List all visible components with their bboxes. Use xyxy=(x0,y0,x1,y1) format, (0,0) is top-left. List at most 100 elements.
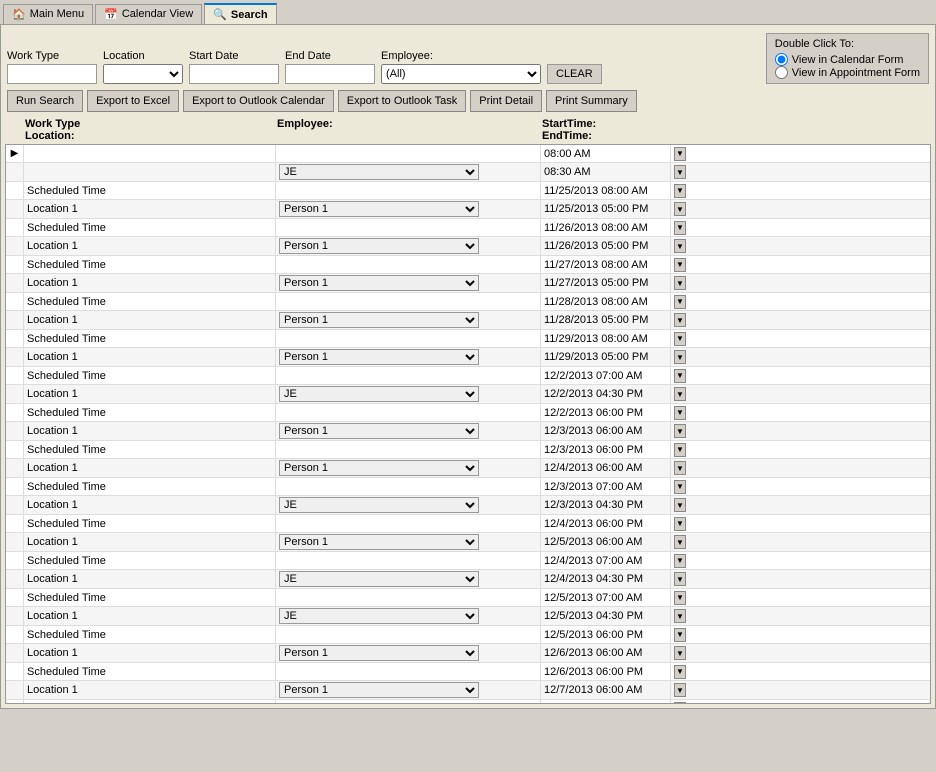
row-dropdown-button[interactable]: ▼ xyxy=(674,239,686,253)
dropdown-cell[interactable]: ▼ xyxy=(671,182,689,199)
employee-row-select[interactable]: Person 1 xyxy=(279,645,479,661)
row-dropdown-button[interactable]: ▼ xyxy=(674,387,686,401)
row-dropdown-button[interactable]: ▼ xyxy=(674,683,686,697)
dropdown-cell[interactable]: ▼ xyxy=(671,200,689,218)
employee-row-select[interactable]: Person 1 xyxy=(279,349,479,365)
dblclick-option1-radio[interactable] xyxy=(775,53,788,66)
dropdown-cell[interactable]: ▼ xyxy=(671,533,689,551)
row-dropdown-button[interactable]: ▼ xyxy=(674,517,686,531)
dropdown-cell[interactable]: ▼ xyxy=(671,237,689,255)
dropdown-cell[interactable]: ▼ xyxy=(671,441,689,458)
row-dropdown-button[interactable]: ▼ xyxy=(674,424,686,438)
row-dropdown-button[interactable]: ▼ xyxy=(674,332,686,346)
dropdown-cell[interactable]: ▼ xyxy=(671,589,689,606)
employee-row-select[interactable]: JE xyxy=(279,164,479,180)
row-dropdown-button[interactable]: ▼ xyxy=(674,369,686,383)
dropdown-cell[interactable]: ▼ xyxy=(671,607,689,625)
dropdown-cell[interactable]: ▼ xyxy=(671,274,689,292)
row-dropdown-button[interactable]: ▼ xyxy=(674,665,686,679)
end-date-input[interactable] xyxy=(285,64,375,84)
employee-row-select[interactable]: Person 1 xyxy=(279,682,479,698)
employee-row-select[interactable]: JE xyxy=(279,497,479,513)
row-dropdown-button[interactable]: ▼ xyxy=(674,221,686,235)
employee-cell[interactable]: Person 1 xyxy=(276,422,541,440)
dropdown-cell[interactable]: ▼ xyxy=(671,145,689,162)
employee-cell[interactable]: Person 1 xyxy=(276,459,541,477)
row-dropdown-button[interactable]: ▼ xyxy=(674,591,686,605)
employee-cell[interactable]: JE xyxy=(276,163,541,181)
row-dropdown-button[interactable]: ▼ xyxy=(674,572,686,586)
employee-row-select[interactable]: JE xyxy=(279,386,479,402)
row-dropdown-button[interactable]: ▼ xyxy=(674,406,686,420)
employee-cell[interactable]: Person 1 xyxy=(276,274,541,292)
location-select[interactable] xyxy=(103,64,183,84)
employee-cell[interactable]: JE xyxy=(276,570,541,588)
dropdown-cell[interactable]: ▼ xyxy=(671,330,689,347)
dropdown-cell[interactable]: ▼ xyxy=(671,422,689,440)
row-dropdown-button[interactable]: ▼ xyxy=(674,313,686,327)
dropdown-cell[interactable]: ▼ xyxy=(671,459,689,477)
row-dropdown-button[interactable]: ▼ xyxy=(674,480,686,494)
dropdown-cell[interactable]: ▼ xyxy=(671,700,689,704)
employee-cell[interactable]: Person 1 xyxy=(276,237,541,255)
employee-row-select[interactable]: Person 1 xyxy=(279,275,479,291)
row-dropdown-button[interactable]: ▼ xyxy=(674,554,686,568)
print-detail-button[interactable]: Print Detail xyxy=(470,90,542,112)
row-dropdown-button[interactable]: ▼ xyxy=(674,165,686,179)
row-dropdown-button[interactable]: ▼ xyxy=(674,258,686,272)
dblclick-option1-label[interactable]: View in Calendar Form xyxy=(775,53,920,66)
tab-search[interactable]: 🔍 Search xyxy=(204,3,276,24)
employee-cell[interactable]: Person 1 xyxy=(276,533,541,551)
dropdown-cell[interactable]: ▼ xyxy=(671,570,689,588)
dropdown-cell[interactable]: ▼ xyxy=(671,311,689,329)
row-dropdown-button[interactable]: ▼ xyxy=(674,702,686,705)
employee-row-select[interactable]: Person 1 xyxy=(279,423,479,439)
row-dropdown-button[interactable]: ▼ xyxy=(674,628,686,642)
employee-select[interactable]: (All) xyxy=(381,64,541,84)
dropdown-cell[interactable]: ▼ xyxy=(671,478,689,495)
run-search-button[interactable]: Run Search xyxy=(7,90,83,112)
dropdown-cell[interactable]: ▼ xyxy=(671,681,689,699)
export-outlook-cal-button[interactable]: Export to Outlook Calendar xyxy=(183,90,334,112)
employee-row-select[interactable]: JE xyxy=(279,571,479,587)
row-dropdown-button[interactable]: ▼ xyxy=(674,461,686,475)
employee-row-select[interactable]: Person 1 xyxy=(279,534,479,550)
dblclick-option2-radio[interactable] xyxy=(775,66,788,79)
employee-row-select[interactable]: Person 1 xyxy=(279,460,479,476)
row-dropdown-button[interactable]: ▼ xyxy=(674,276,686,290)
dropdown-cell[interactable]: ▼ xyxy=(671,256,689,273)
employee-row-select[interactable]: Person 1 xyxy=(279,238,479,254)
employee-row-select[interactable]: JE xyxy=(279,608,479,624)
row-dropdown-button[interactable]: ▼ xyxy=(674,535,686,549)
employee-cell[interactable]: JE xyxy=(276,385,541,403)
export-excel-button[interactable]: Export to Excel xyxy=(87,90,179,112)
employee-row-select[interactable]: Person 1 xyxy=(279,201,479,217)
employee-cell[interactable]: Person 1 xyxy=(276,311,541,329)
row-dropdown-button[interactable]: ▼ xyxy=(674,147,686,161)
dropdown-cell[interactable]: ▼ xyxy=(671,404,689,421)
dblclick-option2-label[interactable]: View in Appointment Form xyxy=(775,66,920,79)
print-summary-button[interactable]: Print Summary xyxy=(546,90,637,112)
dropdown-cell[interactable]: ▼ xyxy=(671,293,689,310)
dropdown-cell[interactable]: ▼ xyxy=(671,219,689,236)
row-dropdown-button[interactable]: ▼ xyxy=(674,443,686,457)
row-dropdown-button[interactable]: ▼ xyxy=(674,609,686,623)
employee-cell[interactable]: JE xyxy=(276,496,541,514)
dropdown-cell[interactable]: ▼ xyxy=(671,663,689,680)
tab-main-menu[interactable]: 🏠 Main Menu xyxy=(3,4,93,24)
employee-cell[interactable]: Person 1 xyxy=(276,681,541,699)
row-dropdown-button[interactable]: ▼ xyxy=(674,350,686,364)
tab-calendar-view[interactable]: 📅 Calendar View xyxy=(95,4,202,24)
grid-container[interactable]: ▶08:00 AM▼JE08:30 AM▼Scheduled Time11/25… xyxy=(5,144,931,704)
dropdown-cell[interactable]: ▼ xyxy=(671,626,689,643)
row-dropdown-button[interactable]: ▼ xyxy=(674,184,686,198)
dropdown-cell[interactable]: ▼ xyxy=(671,367,689,384)
employee-cell[interactable]: Person 1 xyxy=(276,200,541,218)
row-dropdown-button[interactable]: ▼ xyxy=(674,646,686,660)
employee-cell[interactable]: JE xyxy=(276,607,541,625)
dropdown-cell[interactable]: ▼ xyxy=(671,385,689,403)
employee-cell[interactable]: Person 1 xyxy=(276,348,541,366)
dropdown-cell[interactable]: ▼ xyxy=(671,515,689,532)
export-outlook-task-button[interactable]: Export to Outlook Task xyxy=(338,90,466,112)
row-dropdown-button[interactable]: ▼ xyxy=(674,202,686,216)
